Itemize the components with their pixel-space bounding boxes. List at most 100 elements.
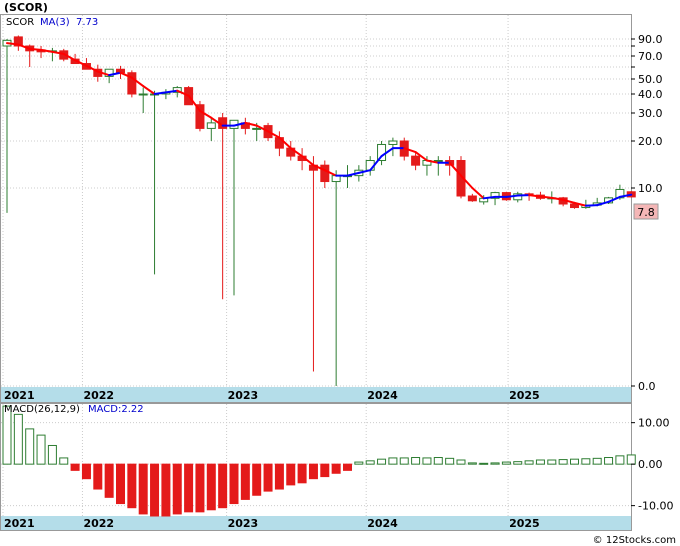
candle-body (206, 122, 216, 129)
macd-value-label: MACD:2.22 (88, 404, 144, 415)
macd-bar (59, 457, 69, 465)
price-y-tick-label: 0.0 (638, 380, 656, 393)
macd-bar (36, 434, 46, 465)
macd-bar (581, 458, 591, 465)
macd-year-label: 2022 (83, 517, 114, 530)
macd-year-label: 2025 (509, 517, 540, 530)
macd-y-axis: 10.00 0.00 -10.00 (631, 417, 673, 513)
price-year-label: 2024 (367, 389, 398, 402)
macd-bar (422, 457, 432, 465)
ma-segment (482, 195, 497, 200)
macd-bar (547, 459, 557, 465)
macd-year-label: 2024 (367, 517, 398, 530)
macd-bar (195, 463, 205, 513)
macd-bar (252, 463, 262, 496)
macd-year-label: 2023 (228, 517, 259, 530)
macd-bar (445, 457, 455, 465)
price-y-tick-label: 40.0 (638, 88, 663, 101)
macd-bar (116, 463, 125, 505)
legend-ma: MA(3) (40, 17, 70, 28)
macd-bar (456, 459, 466, 465)
macd-bar (331, 463, 341, 474)
macd-bar (433, 457, 443, 465)
macd-bar (320, 463, 330, 478)
macd-label: MACD(26,12,9) (4, 404, 80, 415)
macd-bar (626, 454, 636, 465)
macd-bar (161, 463, 171, 517)
ma-segment (584, 204, 599, 207)
macd-bar (535, 459, 545, 465)
candle-body (467, 195, 477, 202)
macd-bar (558, 459, 568, 465)
legend-ma-value: 7.73 (76, 17, 98, 28)
macd-bar (479, 462, 489, 465)
price-y-tick-label: 90.0 (638, 33, 663, 46)
macd-bar (501, 461, 511, 465)
macd-bar (127, 463, 137, 509)
price-year-label: 2025 (509, 389, 540, 402)
candle-body (320, 164, 330, 183)
candle-body (252, 127, 262, 130)
last-price-label: 7.8 (637, 206, 655, 219)
macd-bar (399, 457, 409, 465)
macd-bar (104, 463, 114, 498)
macd-bar (570, 458, 579, 465)
macd-bar (47, 444, 57, 465)
price-y-tick-label: 10.0 (638, 182, 663, 195)
macd-bar (240, 463, 250, 500)
macd-bar (263, 463, 273, 492)
price-y-tick-label: 70.0 (638, 50, 663, 63)
macd-y-tick-label: 0.00 (638, 458, 663, 471)
price-y-tick-label: 50.0 (638, 73, 663, 86)
macd-bar (206, 463, 216, 511)
macd-bar (467, 462, 477, 465)
macd-y-tick-label: 10.00 (638, 417, 670, 430)
macd-bar (615, 455, 625, 465)
macd-bar (411, 457, 421, 465)
macd-bar (490, 462, 500, 465)
price-year-label: 2023 (228, 389, 259, 402)
macd-bar (172, 463, 182, 515)
ma-segment (6, 42, 20, 46)
macd-bar (524, 460, 534, 465)
macd-bar (388, 457, 398, 465)
macd-bar (229, 463, 239, 505)
watermark: © 12Stocks.com (593, 535, 676, 546)
macd-bar (13, 413, 23, 465)
macd-bar (184, 463, 194, 513)
macd-bar (592, 457, 602, 465)
macd-bar (218, 463, 228, 509)
macd-y-tick-label: -10.00 (638, 500, 673, 513)
candle-body (138, 93, 148, 96)
ma-segment (528, 194, 542, 198)
macd-bar (354, 461, 364, 465)
macd-bar (604, 457, 614, 465)
macd-bar (286, 463, 296, 486)
macd-year-label: 2021 (4, 517, 35, 530)
macd-bar (365, 460, 375, 465)
chart-title: (SCOR) (4, 1, 48, 14)
price-year-label: 2022 (83, 389, 114, 402)
macd-bar (343, 463, 352, 471)
macd-bar (274, 463, 284, 490)
macd-bar (297, 463, 307, 484)
macd-bar (81, 463, 91, 480)
macd-bar (377, 458, 387, 465)
price-year-label: 2021 (4, 389, 35, 402)
candle-body (411, 155, 421, 166)
macd-bar (70, 463, 80, 471)
candle-body (388, 140, 398, 145)
ma-segment (28, 47, 43, 51)
macd-bar (138, 463, 148, 515)
price-y-tick-label: 20.0 (638, 135, 663, 148)
macd-bar (150, 463, 160, 517)
macd-bar (25, 428, 35, 465)
price-y-tick-label: 30.0 (638, 107, 663, 120)
macd-bar (93, 463, 103, 490)
stock-chart: 2021 2022 2023 2024 2025 90.0 70.0 50.0 40.0 30.… (0, 1, 676, 546)
macd-bar (513, 461, 523, 465)
ma-segment (505, 194, 519, 198)
ma-segment (539, 195, 553, 199)
macd-bar (308, 463, 318, 480)
legend-symbol: SCOR (6, 17, 34, 28)
